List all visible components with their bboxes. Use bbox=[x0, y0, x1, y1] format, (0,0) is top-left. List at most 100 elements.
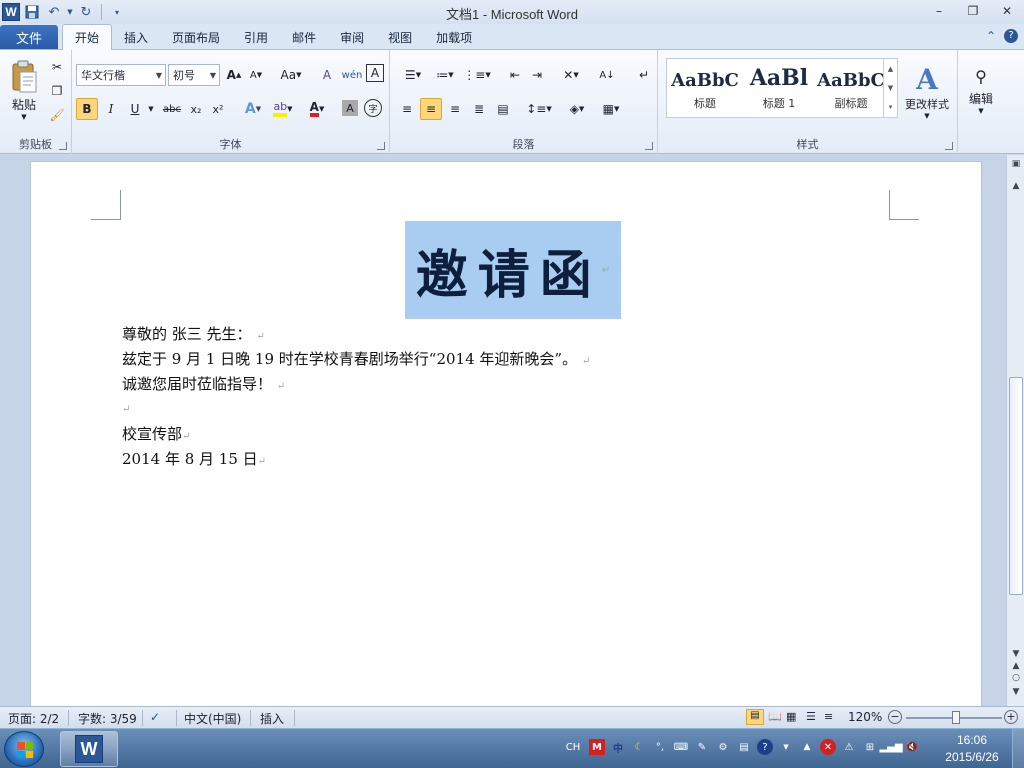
start-button[interactable] bbox=[4, 731, 44, 767]
skin-icon[interactable]: ✎ bbox=[694, 739, 710, 755]
style-item-subtitle[interactable]: AaBbC 副标题 bbox=[815, 61, 887, 115]
ime-options-icon[interactable]: ▼ bbox=[778, 739, 794, 755]
clear-formatting-button[interactable]: A bbox=[316, 64, 338, 86]
chevron-down-icon[interactable]: ▼ bbox=[888, 84, 893, 92]
browse-object-icon[interactable]: ○ bbox=[1007, 673, 1024, 683]
body-line[interactable]: 尊敬的 张三 先生： ↵ bbox=[122, 323, 265, 344]
undo-icon[interactable]: ↶ bbox=[44, 2, 64, 22]
style-item-title[interactable]: AaBbC 标题 bbox=[669, 61, 741, 115]
underline-dropdown-icon[interactable]: ▼ bbox=[146, 98, 156, 120]
font-launcher[interactable] bbox=[377, 142, 385, 150]
tab-file[interactable]: 文件 bbox=[0, 25, 58, 49]
web-layout-icon[interactable]: ▦ bbox=[786, 710, 796, 723]
full-screen-reading-icon[interactable]: 📖 bbox=[768, 710, 782, 723]
font-size-combo[interactable]: 初号 ▼ bbox=[168, 64, 220, 86]
font-name-combo[interactable]: 华文行楷 ▼ bbox=[76, 64, 166, 86]
tab-home[interactable]: 开始 bbox=[62, 24, 113, 50]
highlight-button[interactable]: ab ▼ bbox=[270, 98, 296, 120]
body-line[interactable]: 兹定于 9 月 1 日晚 19 时在学校青春剧场举行“2014 年迎新晚会”。 … bbox=[122, 348, 590, 369]
half-width-icon[interactable]: ☾ bbox=[631, 739, 647, 755]
document-page[interactable]: 邀请函 ↵ 尊敬的 张三 先生： ↵ 兹定于 9 月 1 日晚 19 时在学校青… bbox=[30, 161, 982, 706]
close-button[interactable]: ✕ bbox=[990, 0, 1024, 22]
tab-references[interactable]: 引用 bbox=[232, 25, 280, 49]
signal-icon[interactable]: ▂▄▆ bbox=[879, 739, 902, 755]
zoom-out-icon[interactable]: − bbox=[888, 710, 902, 724]
minimize-button[interactable]: – bbox=[922, 0, 956, 22]
ime-menu-icon[interactable]: ▤ bbox=[736, 739, 752, 755]
next-page-icon[interactable]: ▼ bbox=[1007, 687, 1024, 697]
shading-icon[interactable]: ◈ ▼ bbox=[562, 98, 592, 120]
redo-icon[interactable]: ↻ bbox=[76, 2, 96, 22]
grow-font-button[interactable]: A ▲ bbox=[224, 64, 244, 86]
body-line[interactable]: 诚邀您届时莅临指导！ ↵ bbox=[122, 373, 285, 394]
format-painter-icon[interactable]: 🖌 bbox=[48, 106, 66, 124]
change-styles-button[interactable]: A 更改样式 ▼ bbox=[900, 56, 954, 126]
zoom-slider-thumb[interactable] bbox=[952, 711, 960, 724]
paste-button[interactable]: 粘贴 ▼ bbox=[4, 54, 44, 126]
gallery-scroll[interactable]: ▲ ▼ ▾ bbox=[883, 59, 897, 117]
paragraph-launcher[interactable] bbox=[645, 142, 653, 150]
ime-mode-icon[interactable]: 中 bbox=[610, 739, 626, 755]
font-color-button[interactable]: A ▼ bbox=[304, 98, 330, 120]
undo-dropdown-icon[interactable]: ▼ bbox=[66, 2, 74, 22]
system-clock[interactable]: 16:06 2015/6/26 bbox=[930, 732, 1014, 766]
char-border-button[interactable]: A bbox=[366, 64, 384, 82]
ime-help-icon[interactable]: ? bbox=[757, 739, 773, 755]
outline-view-icon[interactable]: ☰ bbox=[806, 710, 816, 723]
strikethrough-button[interactable]: abc bbox=[160, 98, 184, 120]
underline-button[interactable]: U bbox=[124, 98, 146, 120]
decrease-indent-icon[interactable]: ⇤ bbox=[504, 64, 526, 86]
language-indicator[interactable]: 中文(中国) bbox=[184, 710, 241, 727]
body-line[interactable]: 校宣传部↵ bbox=[122, 423, 190, 444]
security-alert-icon[interactable]: ✕ bbox=[820, 739, 836, 755]
enclose-char-button[interactable]: 字 bbox=[364, 99, 382, 117]
show-hidden-icons-icon[interactable]: ▲ bbox=[799, 739, 815, 755]
tab-mailings[interactable]: 邮件 bbox=[280, 25, 328, 49]
editing-button[interactable]: ⚲ 编辑 ▼ bbox=[962, 56, 1000, 126]
tab-view[interactable]: 视图 bbox=[376, 25, 424, 49]
char-shading-button[interactable]: A bbox=[342, 100, 358, 116]
distributed-icon[interactable]: ▤ bbox=[492, 98, 514, 120]
save-icon[interactable] bbox=[22, 2, 42, 22]
draft-view-icon[interactable]: ≡ bbox=[824, 710, 833, 723]
restore-button[interactable]: ❐ bbox=[956, 0, 990, 22]
network-alert-icon[interactable]: ⚠ bbox=[841, 739, 857, 755]
tab-addins[interactable]: 加载项 bbox=[424, 25, 484, 49]
page-count[interactable]: 页面: 2/2 bbox=[8, 710, 59, 727]
word-count[interactable]: 字数: 3/59 bbox=[78, 710, 137, 727]
tab-insert[interactable]: 插入 bbox=[112, 25, 160, 49]
ruler-toggle-icon[interactable]: ▣ bbox=[1007, 159, 1024, 169]
chinese-layout-icon[interactable]: ✕ ▼ bbox=[556, 64, 586, 86]
proofing-icon[interactable]: ✓ bbox=[150, 710, 160, 724]
sort-icon[interactable]: A↓ bbox=[596, 64, 618, 86]
vertical-scrollbar[interactable]: ▣ ▲ ▼ ▲ ○ ▼ bbox=[1006, 155, 1024, 706]
zoom-in-icon[interactable]: + bbox=[1004, 710, 1018, 724]
input-language-indicator[interactable]: CH bbox=[562, 739, 584, 755]
cut-icon[interactable]: ✂ bbox=[48, 58, 66, 76]
align-right-icon[interactable]: ≡ bbox=[444, 98, 466, 120]
borders-icon[interactable]: ▦ ▼ bbox=[596, 98, 626, 120]
taskbar-word-button[interactable]: W bbox=[60, 731, 118, 767]
multilevel-list-icon[interactable]: ⋮≡ ▼ bbox=[462, 64, 492, 86]
ime-settings-icon[interactable]: ⚙ bbox=[715, 739, 731, 755]
bold-button[interactable]: B bbox=[76, 98, 98, 120]
tab-review[interactable]: 审阅 bbox=[328, 25, 376, 49]
clipboard-launcher[interactable] bbox=[59, 142, 67, 150]
customize-qat-icon[interactable]: ▾ bbox=[107, 2, 127, 22]
punctuation-icon[interactable]: °, bbox=[652, 739, 668, 755]
superscript-button[interactable]: x² bbox=[208, 98, 228, 120]
word-app-icon[interactable]: W bbox=[2, 3, 20, 21]
tab-page-layout[interactable]: 页面布局 bbox=[160, 25, 232, 49]
chevron-up-icon[interactable]: ▲ bbox=[888, 65, 893, 73]
help-icon[interactable]: ? bbox=[1004, 29, 1018, 43]
action-center-icon[interactable]: ⊞ bbox=[862, 739, 878, 755]
zoom-level[interactable]: 120% bbox=[848, 710, 882, 724]
scroll-up-icon[interactable]: ▲ bbox=[1007, 181, 1024, 191]
ime-icon[interactable]: M bbox=[589, 739, 605, 755]
align-center-icon[interactable]: ≡ bbox=[420, 98, 442, 120]
volume-muted-icon[interactable]: 🔇 bbox=[904, 739, 920, 755]
styles-launcher[interactable] bbox=[945, 142, 953, 150]
invitation-title[interactable]: 邀请函 ↵ bbox=[405, 221, 621, 319]
copy-icon[interactable]: ❐ bbox=[48, 82, 66, 100]
phonetic-guide-button[interactable]: wén bbox=[340, 64, 364, 86]
